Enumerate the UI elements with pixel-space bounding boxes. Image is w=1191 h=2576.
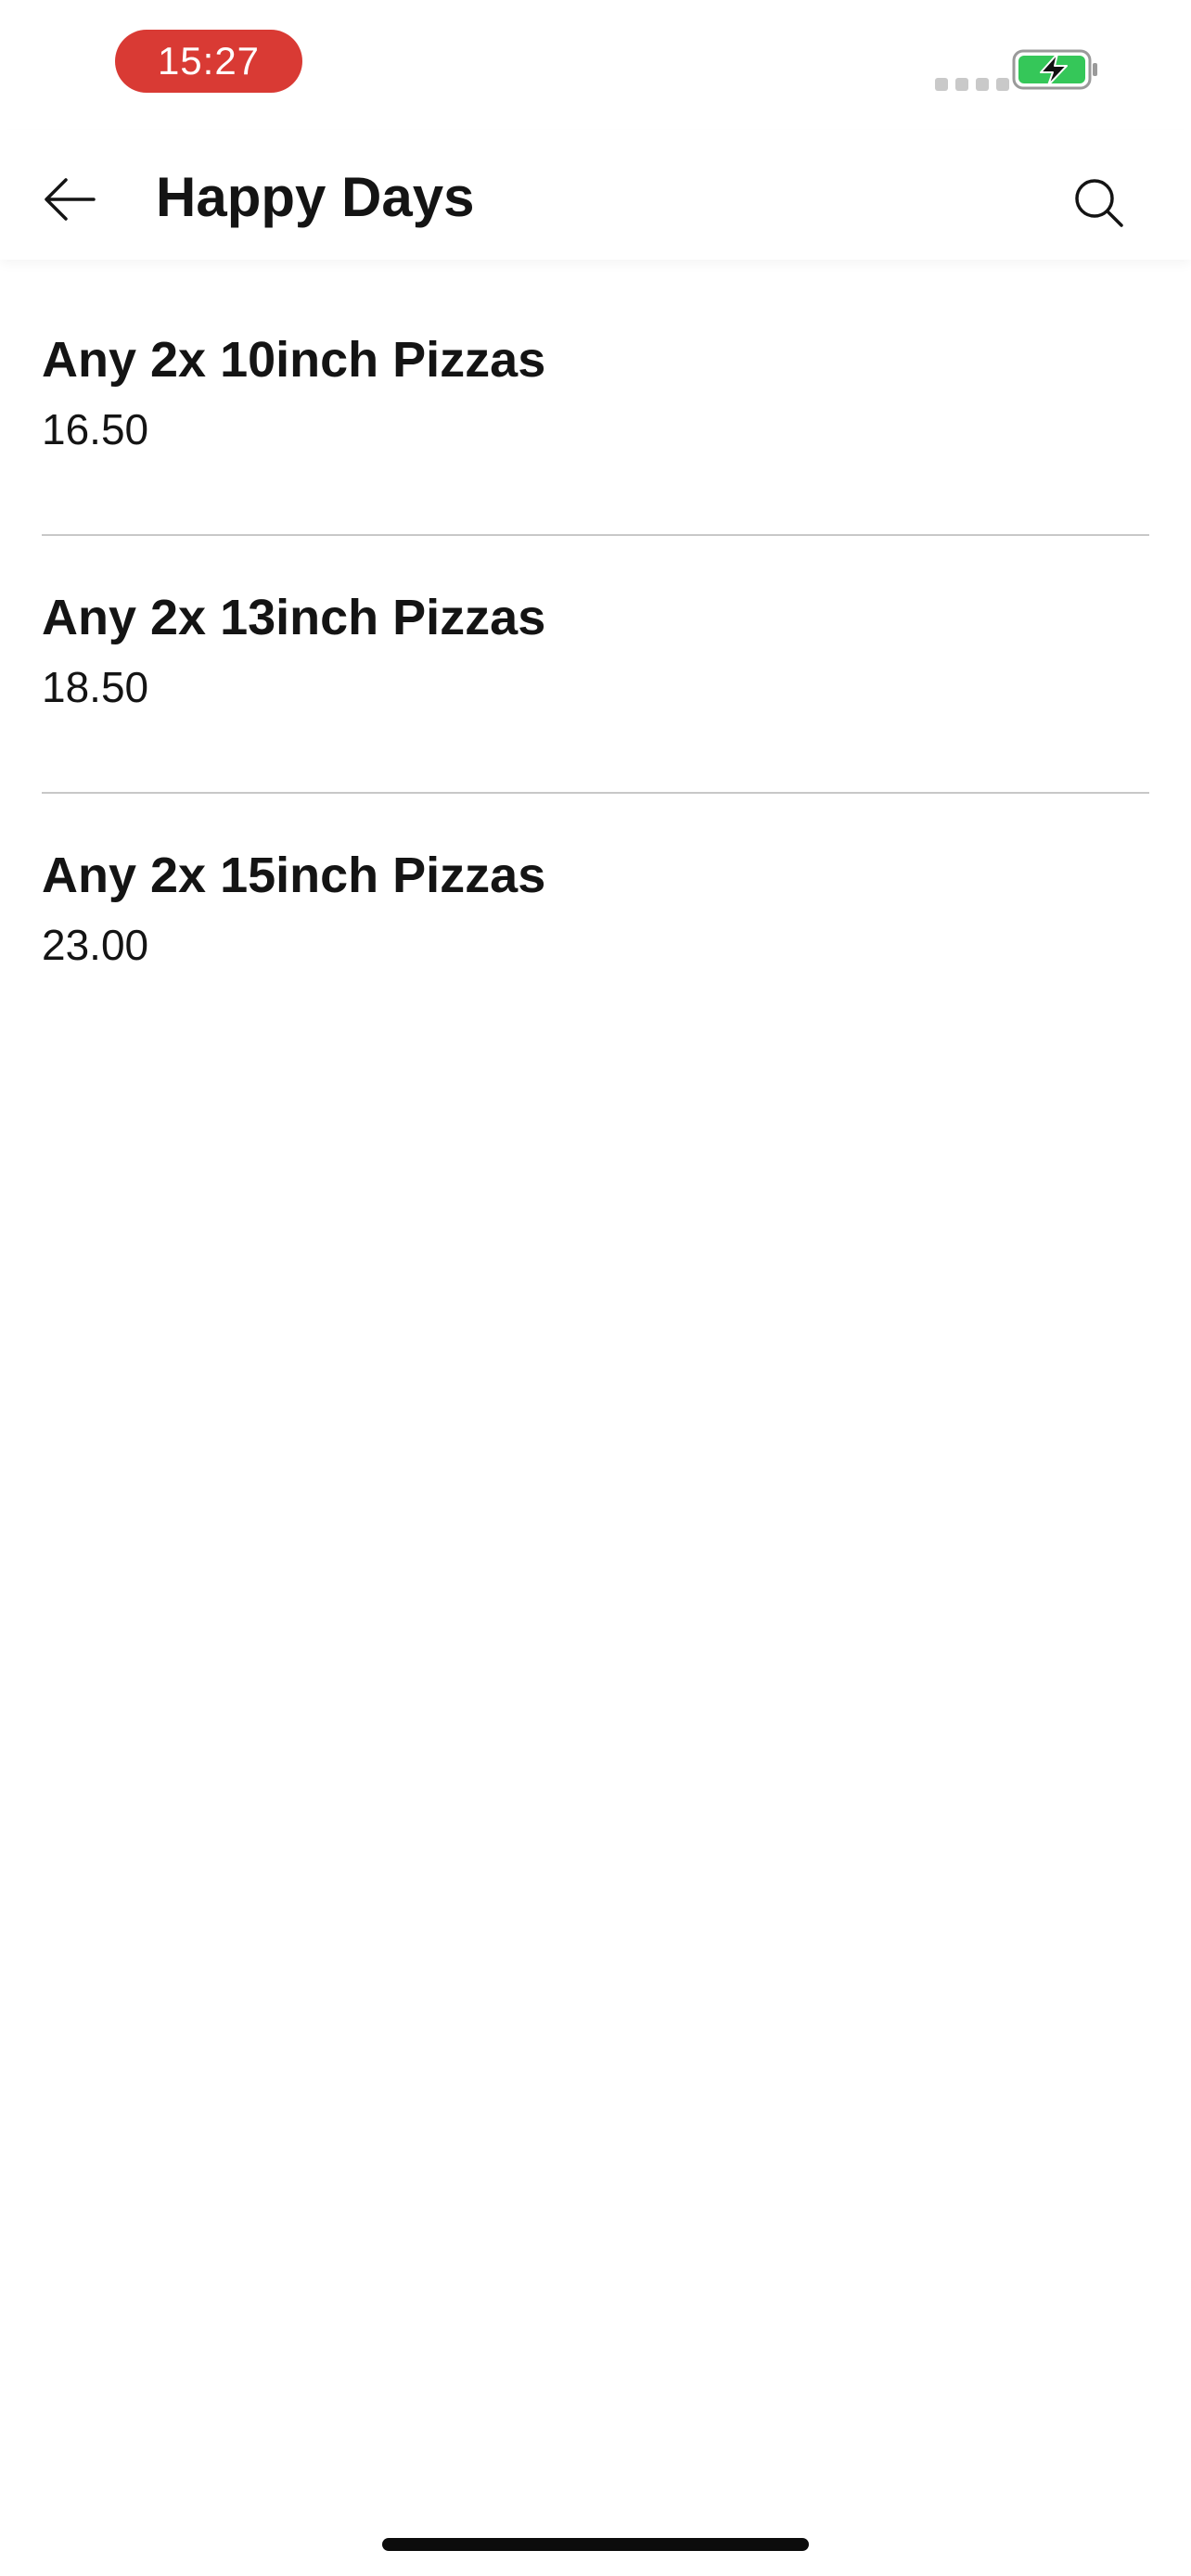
- status-bar: 15:27: [0, 0, 1191, 130]
- item-price: 18.50: [42, 663, 149, 711]
- page-title: Happy Days: [156, 166, 475, 228]
- item-name: Any 2x 13inch Pizzas: [42, 590, 546, 645]
- search-icon: [1075, 179, 1123, 227]
- arrow-left-icon: [45, 178, 96, 221]
- top-app-bar: Happy Days: [0, 130, 1191, 260]
- status-time[interactable]: 15:27: [115, 30, 302, 93]
- menu-list: Any 2x 10inch Pizzas 16.50 Any 2x 13inch…: [0, 278, 1191, 1050]
- item-name: Any 2x 10inch Pizzas: [42, 332, 546, 388]
- item-name: Any 2x 15inch Pizzas: [42, 848, 546, 903]
- battery-charging-icon: [1012, 49, 1097, 90]
- item-price: 23.00: [42, 921, 149, 969]
- list-item[interactable]: Any 2x 13inch Pizzas 18.50: [42, 536, 1149, 792]
- signal-icon: [935, 78, 1009, 91]
- back-button[interactable]: [28, 158, 111, 241]
- item-price: 16.50: [42, 405, 149, 453]
- search-button[interactable]: [1057, 161, 1141, 245]
- list-item[interactable]: Any 2x 10inch Pizzas 16.50: [42, 278, 1149, 534]
- home-indicator[interactable]: [382, 2538, 809, 2551]
- list-item[interactable]: Any 2x 15inch Pizzas 23.00: [42, 794, 1149, 1050]
